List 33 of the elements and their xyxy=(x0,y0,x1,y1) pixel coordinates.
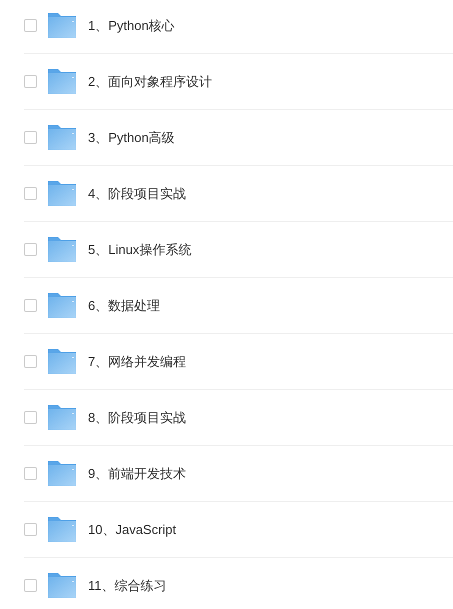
checkbox[interactable] xyxy=(24,579,37,592)
checkbox[interactable] xyxy=(24,19,37,32)
folder-name[interactable]: 6、数据处理 xyxy=(88,296,160,316)
folder-name[interactable]: 5、Linux操作系统 xyxy=(88,240,192,260)
folder-icon xyxy=(47,124,77,151)
checkbox[interactable] xyxy=(24,411,37,424)
checkbox[interactable] xyxy=(24,523,37,536)
folder-name[interactable]: 7、网络并发编程 xyxy=(88,352,186,372)
folder-icon xyxy=(47,348,77,375)
folder-icon xyxy=(47,292,77,319)
folder-name[interactable]: 10、JavaScript xyxy=(88,520,176,540)
folder-icon xyxy=(47,180,77,207)
folder-name[interactable]: 9、前端开发技术 xyxy=(88,464,186,484)
folder-name[interactable]: 3、Python高级 xyxy=(88,128,175,148)
folder-icon xyxy=(47,404,77,431)
folder-name[interactable]: 1、Python核心 xyxy=(88,16,175,36)
checkbox[interactable] xyxy=(24,355,37,368)
checkbox[interactable] xyxy=(24,75,37,88)
checkbox[interactable] xyxy=(24,243,37,256)
checkbox[interactable] xyxy=(24,187,37,200)
folder-icon xyxy=(47,572,77,599)
folder-name[interactable]: 2、面向对象程序设计 xyxy=(88,72,212,92)
checkbox[interactable] xyxy=(24,299,37,312)
folder-name[interactable]: 8、阶段项目实战 xyxy=(88,408,186,428)
folder-icon xyxy=(47,236,77,263)
folder-icon xyxy=(47,516,77,543)
folder-icon xyxy=(47,460,77,487)
folder-name[interactable]: 4、阶段项目实战 xyxy=(88,184,186,204)
checkbox[interactable] xyxy=(24,131,37,144)
checkbox[interactable] xyxy=(24,467,37,480)
folder-icon xyxy=(47,12,77,39)
folder-icon xyxy=(47,68,77,95)
folder-name[interactable]: 11、综合练习 xyxy=(88,576,166,596)
